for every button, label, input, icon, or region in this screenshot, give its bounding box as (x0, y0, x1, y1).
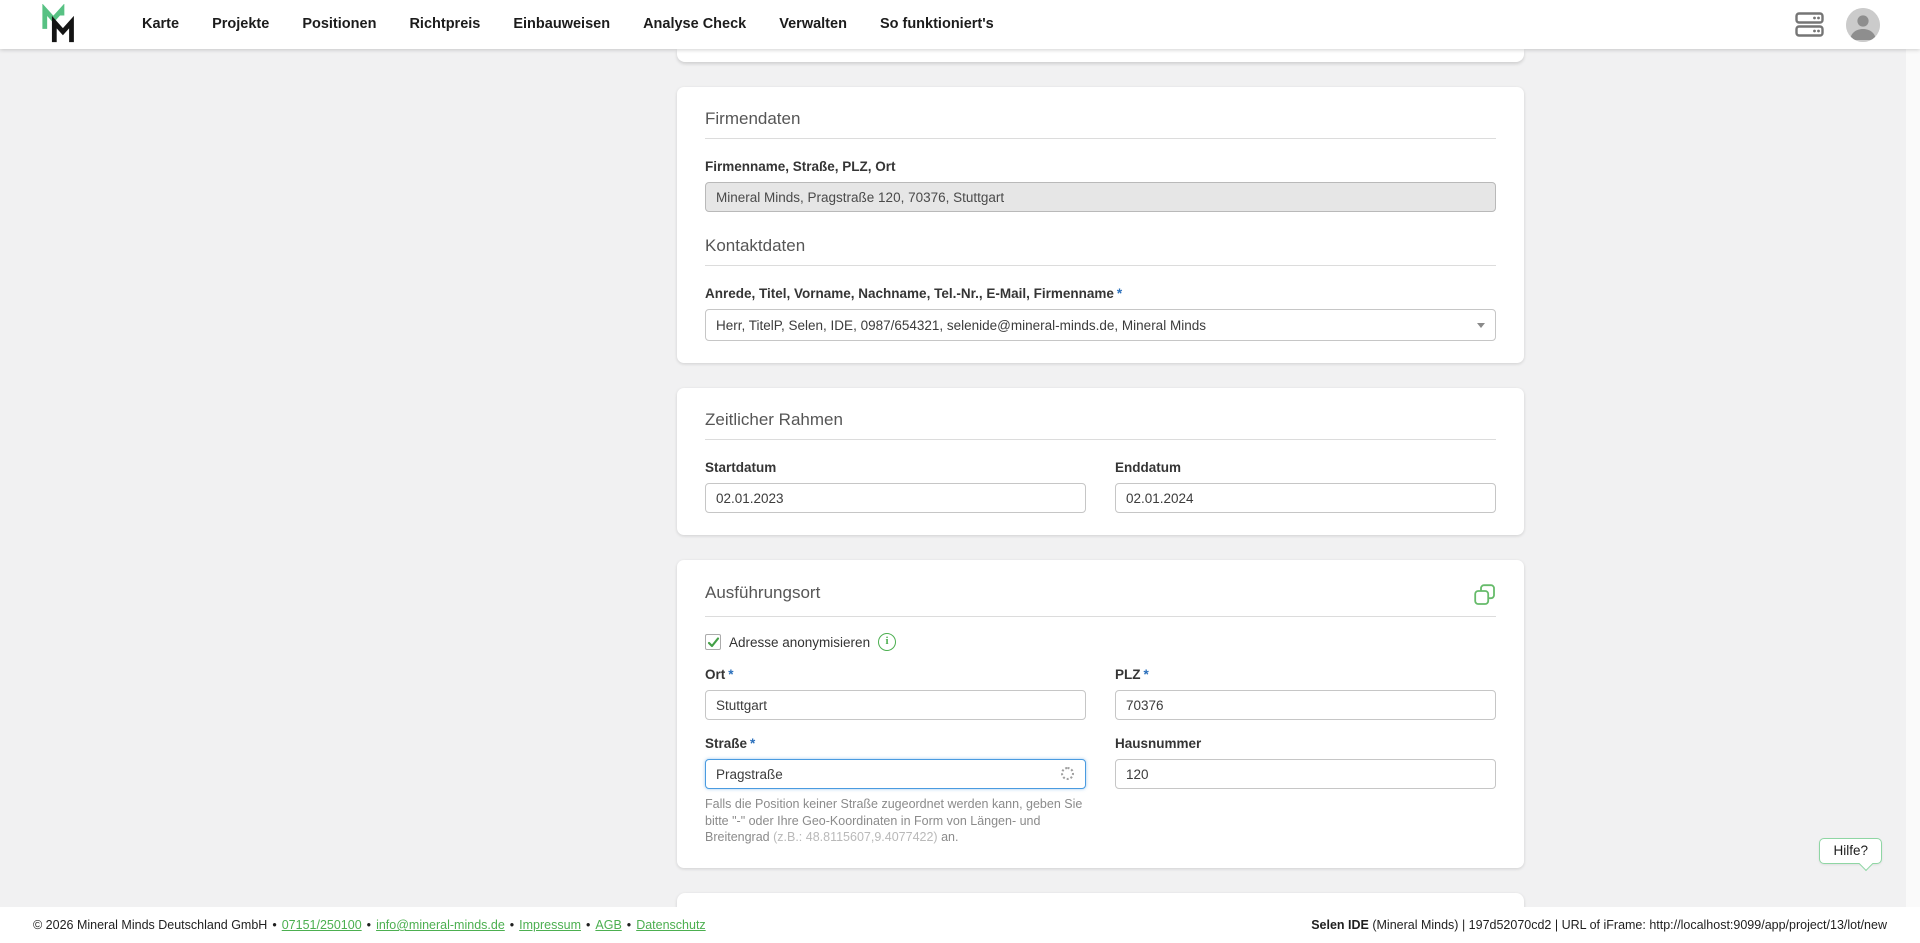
company-input (705, 182, 1496, 212)
main-nav: Karte Projekte Positionen Richtpreis Ein… (142, 0, 994, 49)
footer-phone-link[interactable]: 07151/250100 (282, 918, 362, 932)
nav-item-projekte[interactable]: Projekte (212, 0, 269, 49)
required-marker: * (1143, 667, 1149, 682)
nav-item-so-funktionierts[interactable]: So funktioniert's (880, 0, 994, 49)
startdatum-input[interactable] (705, 483, 1086, 513)
footer-datenschutz-link[interactable]: Datenschutz (636, 918, 705, 932)
plz-label: PLZ * (1115, 667, 1149, 682)
card-ausfuehrungsort: Ausführungsort Adresse anonymisieren i O… (677, 560, 1524, 868)
card-partial-top (677, 49, 1524, 62)
form-content: Firmendaten Firmenname, Straße, PLZ, Ort… (677, 49, 1524, 938)
top-navbar: Karte Projekte Positionen Richtpreis Ein… (0, 0, 1920, 49)
startdatum-label: Startdatum (705, 460, 777, 475)
required-marker: * (1116, 286, 1123, 301)
zeitraum-title: Zeitlicher Rahmen (705, 410, 1496, 440)
hausnummer-input[interactable] (1115, 759, 1496, 789)
footer-email-link[interactable]: info@mineral-minds.de (376, 918, 505, 932)
enddatum-input[interactable] (1115, 483, 1496, 513)
strasse-helper-text: Falls die Position keiner Straße zugeord… (705, 797, 1083, 844)
navbar-right (1795, 7, 1890, 42)
enddatum-label: Enddatum (1115, 460, 1181, 475)
mineral-minds-logo-icon[interactable] (40, 3, 82, 46)
checkmark-icon (707, 636, 719, 647)
user-avatar[interactable] (1846, 7, 1880, 42)
nav-item-richtpreis[interactable]: Richtpreis (409, 0, 480, 49)
strasse-label: Straße * (705, 736, 756, 751)
copy-icon[interactable] (1474, 584, 1496, 606)
required-marker: * (750, 736, 756, 751)
loading-spinner-icon (1061, 767, 1074, 780)
ausfuehrungsort-title: Ausführungsort (705, 583, 821, 602)
nav-item-verwalten[interactable]: Verwalten (779, 0, 847, 49)
nav-item-analyse-check[interactable]: Analyse Check (643, 0, 746, 49)
ort-label: Ort * (705, 667, 734, 682)
server-icon[interactable] (1795, 12, 1824, 37)
scrollbar[interactable] (1906, 49, 1920, 943)
contact-select-value: Herr, TitelP, Selen, IDE, 0987/654321, s… (716, 317, 1206, 333)
info-icon[interactable]: i (878, 633, 897, 651)
card-firmendaten: Firmendaten Firmenname, Straße, PLZ, Ort… (677, 87, 1524, 363)
anonymize-checkbox[interactable] (705, 634, 721, 650)
required-marker: * (728, 667, 734, 682)
footer-impressum-link[interactable]: Impressum (519, 918, 581, 932)
card-zeitlicher-rahmen: Zeitlicher Rahmen Startdatum Enddatum (677, 388, 1524, 535)
footer-copyright: © 2026 Mineral Minds Deutschland GmbH (33, 918, 268, 932)
nav-item-einbauweisen[interactable]: Einbauweisen (513, 0, 610, 49)
nav-item-karte[interactable]: Karte (142, 0, 179, 49)
kontaktdaten-title: Kontaktdaten (705, 236, 1496, 266)
company-label: Firmenname, Straße, PLZ, Ort (705, 159, 896, 174)
contact-label: Anrede, Titel, Vorname, Nachname, Tel.-N… (705, 286, 1123, 301)
footer-left: © 2026 Mineral Minds Deutschland GmbH • … (33, 918, 706, 932)
anonymize-label: Adresse anonymisieren (729, 634, 871, 650)
help-button[interactable]: Hilfe? (1819, 838, 1882, 864)
footer-agb-link[interactable]: AGB (595, 918, 621, 932)
footer-debug-info: Selen IDE (Mineral Minds) | 197d52070cd2… (1311, 918, 1887, 932)
footer: © 2026 Mineral Minds Deutschland GmbH • … (0, 907, 1920, 943)
contact-select[interactable]: Herr, TitelP, Selen, IDE, 0987/654321, s… (705, 309, 1496, 341)
chevron-down-icon (1477, 323, 1485, 328)
firmendaten-title: Firmendaten (705, 109, 1496, 139)
hausnummer-label: Hausnummer (1115, 736, 1202, 751)
strasse-input[interactable] (705, 759, 1086, 789)
plz-input[interactable] (1115, 690, 1496, 720)
nav-item-positionen[interactable]: Positionen (302, 0, 376, 49)
ort-input[interactable] (705, 690, 1086, 720)
